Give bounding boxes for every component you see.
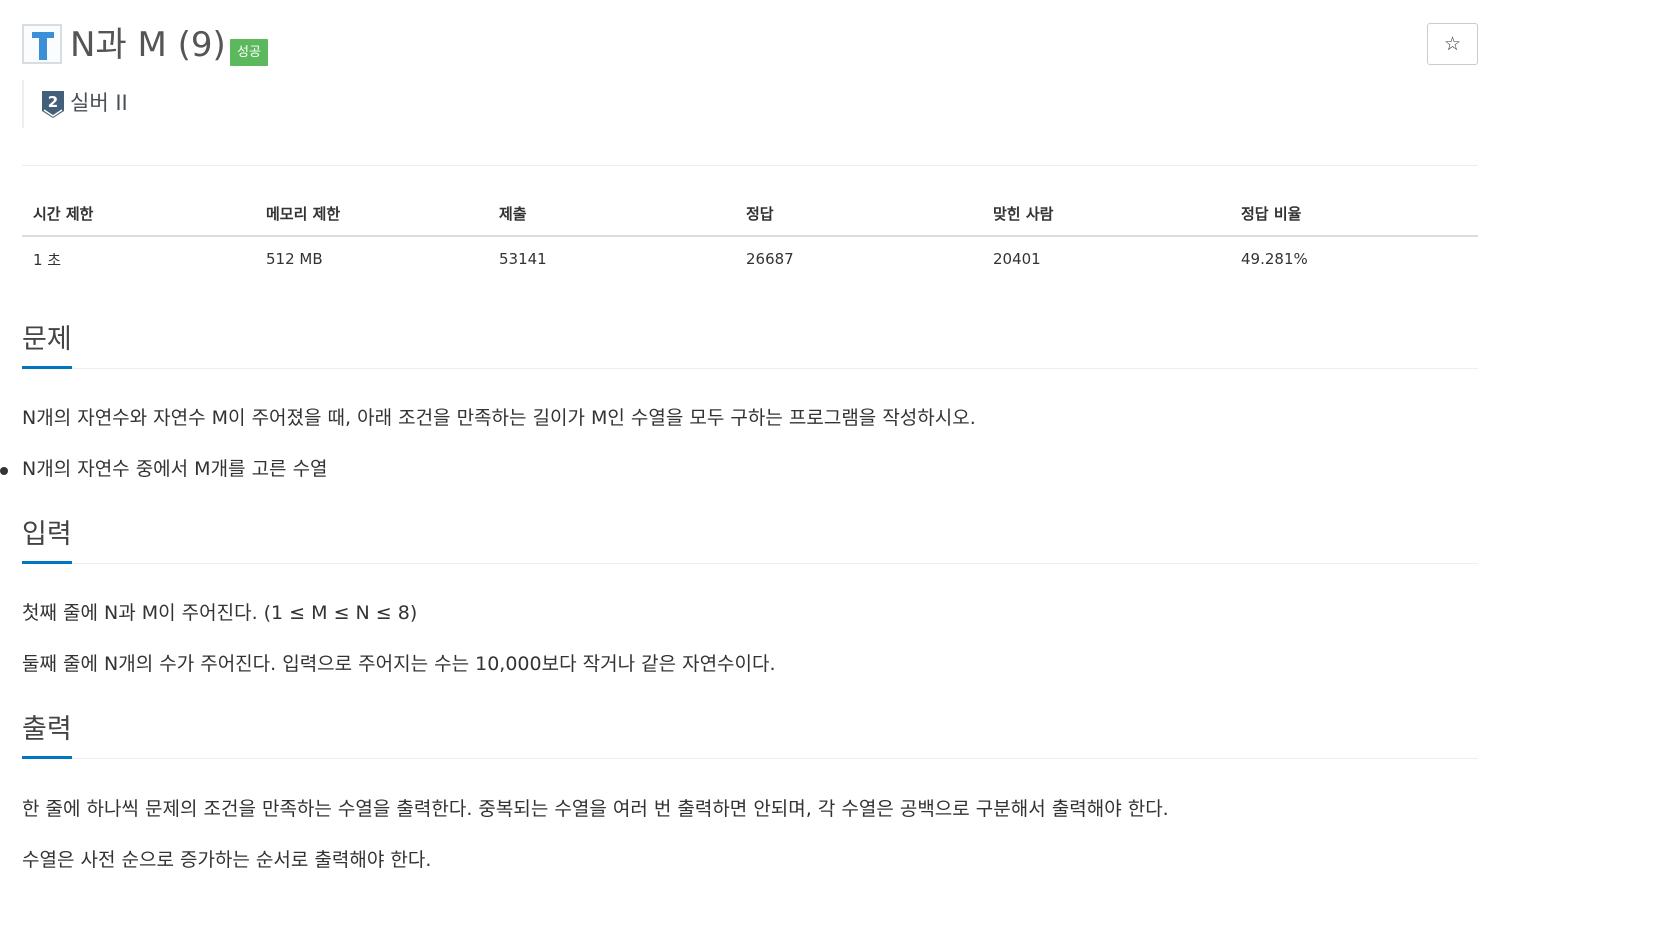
silver-tier-icon[interactable]: 2 <box>42 91 64 119</box>
output-line-1: 한 줄에 하나씩 문제의 조건을 만족하는 수열을 출력한다. 중복되는 수열을… <box>22 798 1169 820</box>
favorite-star-button[interactable]: ☆ <box>1427 23 1478 65</box>
value-time-limit: 1 초 <box>33 250 62 269</box>
value-submissions: 53141 <box>499 250 547 268</box>
problem-info-table: 시간 제한 메모리 제한 제출 정답 맞힌 사람 정답 비율 1 초 512 M… <box>22 191 1478 281</box>
tier-label[interactable]: 실버 II <box>70 89 128 117</box>
tier-level: 2 <box>48 93 58 111</box>
table-header-row: 시간 제한 메모리 제한 제출 정답 맞힌 사람 정답 비율 <box>22 191 1478 237</box>
problem-heading: 문제 <box>22 322 72 369</box>
status-badge: 성공 <box>230 39 268 66</box>
value-memory-limit: 512 MB <box>266 250 323 268</box>
input-section-header: 입력 <box>22 517 1478 564</box>
problem-title: N과 M (9) <box>70 25 226 65</box>
header-accepted: 정답 <box>735 191 982 237</box>
input-heading: 입력 <box>22 517 72 564</box>
output-heading: 출력 <box>22 712 72 759</box>
output-section-header: 출력 <box>22 712 1478 759</box>
problem-section-header: 문제 <box>22 322 1478 369</box>
header-time-limit: 시간 제한 <box>22 191 255 237</box>
header-accept-ratio: 정답 비율 <box>1230 191 1478 237</box>
star-icon: ☆ <box>1443 33 1462 55</box>
problem-description: N개의 자연수와 자연수 M이 주어졌을 때, 아래 조건을 만족하는 길이가 … <box>22 407 976 429</box>
value-solved-users: 20401 <box>993 250 1041 268</box>
tier-row: 2 실버 II <box>22 80 324 128</box>
condition-text: N개의 자연수 중에서 M개를 고른 수열 <box>22 458 328 480</box>
list-item: N개의 자연수 중에서 M개를 고른 수열 <box>0 455 328 483</box>
header-memory-limit: 메모리 제한 <box>255 191 488 237</box>
table-row: 1 초 512 MB 53141 26687 20401 49.281% <box>22 236 1478 281</box>
input-line-1: 첫째 줄에 N과 M이 주어진다. (1 ≤ M ≤ N ≤ 8) <box>22 602 418 624</box>
divider <box>22 165 1478 166</box>
header-submissions: 제출 <box>488 191 735 237</box>
input-line-2: 둘째 줄에 N개의 수가 주어진다. 입력으로 주어지는 수는 10,000보다… <box>22 653 776 675</box>
t-logo-icon <box>22 24 62 64</box>
value-accept-ratio: 49.281% <box>1241 250 1308 268</box>
value-accepted: 26687 <box>746 250 794 268</box>
bullet-icon <box>0 467 8 475</box>
problem-header: N과 M (9) 성공 ☆ <box>22 23 1478 67</box>
output-line-2: 수열은 사전 순으로 증가하는 순서로 출력해야 한다. <box>22 849 432 871</box>
header-solved-users: 맞힌 사람 <box>982 191 1230 237</box>
